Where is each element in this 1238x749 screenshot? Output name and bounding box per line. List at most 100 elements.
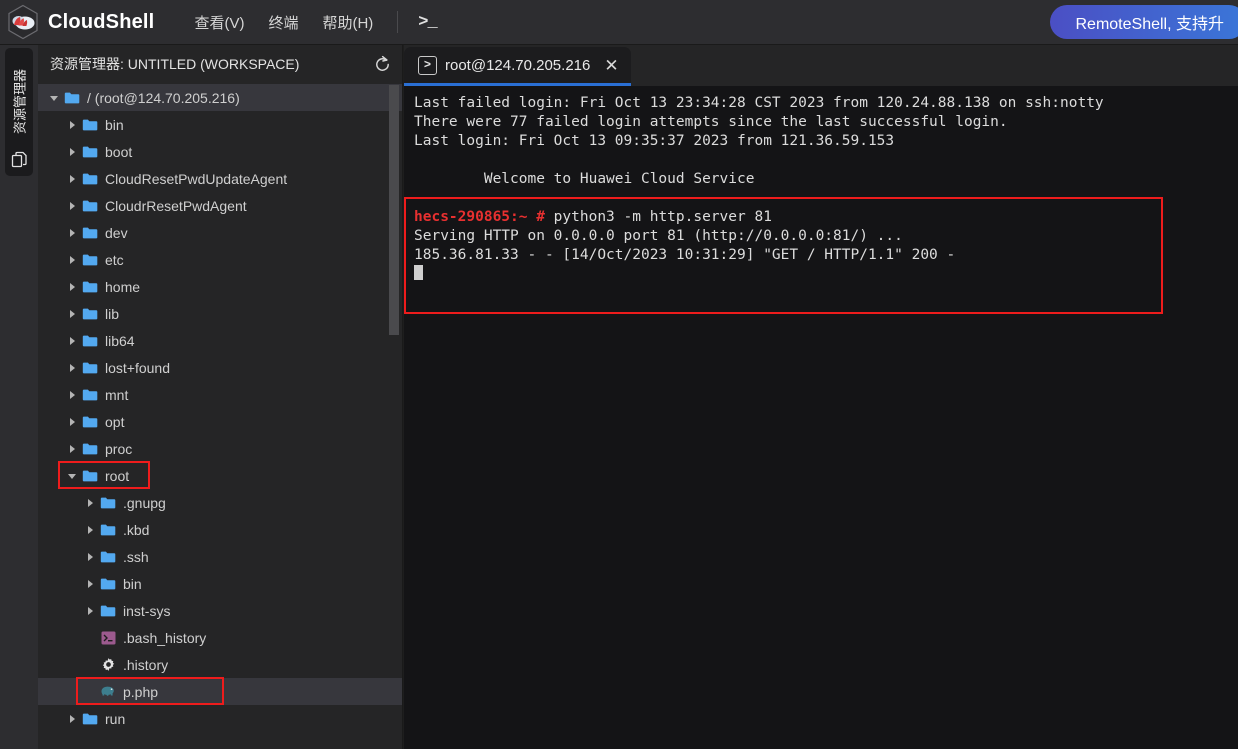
explorer-vertical-label[interactable]: 资源管理器 [10, 69, 29, 135]
shell-prompt: hecs-290865:~ # [414, 209, 545, 225]
tree-item[interactable]: lost+found [38, 354, 402, 381]
php-elephant-icon [98, 685, 118, 698]
chevron-right-icon[interactable] [82, 549, 98, 565]
tree-item-label: .kbd [123, 521, 150, 538]
terminal-prompt-icon: > [418, 55, 437, 75]
folder-icon [98, 523, 118, 537]
chevron-right-icon[interactable] [64, 225, 80, 241]
menu-terminal[interactable]: 终端 [256, 7, 310, 38]
menu-view[interactable]: 查看(V) [182, 7, 256, 38]
chevron-right-icon[interactable] [64, 306, 80, 322]
tree-item-label: .bash_history [123, 629, 207, 646]
tree-item-label: boot [105, 143, 133, 160]
chevron-right-icon[interactable] [82, 522, 98, 538]
chevron-right-icon[interactable] [64, 279, 80, 295]
terminal-cursor [414, 265, 423, 280]
tree-item[interactable]: / (root@124.70.205.216) [38, 84, 402, 111]
tree-item[interactable]: bin [38, 570, 402, 597]
chevron-right-icon[interactable] [64, 333, 80, 349]
activity-bar: 资源管理器 [0, 45, 38, 749]
folder-icon [62, 91, 82, 105]
tree-item[interactable]: dev [38, 219, 402, 246]
tree-item[interactable]: .gnupg [38, 489, 402, 516]
folder-icon [80, 226, 100, 240]
tree-item[interactable]: .ssh [38, 543, 402, 570]
tree-item[interactable]: proc [38, 435, 402, 462]
file-tree: / (root@124.70.205.216) bin boot CloudReset… [38, 83, 402, 732]
new-terminal-icon[interactable]: >_ [410, 11, 444, 34]
refresh-icon[interactable] [366, 49, 398, 79]
terminal-tab-strip: > root@124.70.205.216 ✕ [404, 45, 1238, 86]
tree-item[interactable]: boot [38, 138, 402, 165]
tree-item-label: lost+found [105, 359, 170, 376]
tree-item[interactable]: opt [38, 408, 402, 435]
menu-bar: 查看(V) 终端 帮助(H) >_ [182, 7, 444, 38]
folder-icon [80, 172, 100, 186]
chevron-right-icon[interactable] [64, 387, 80, 403]
tree-item-label: .gnupg [123, 494, 166, 511]
chevron-right-icon[interactable] [64, 360, 80, 376]
tree-item-label: opt [105, 413, 125, 430]
menu-help[interactable]: 帮助(H) [310, 7, 385, 38]
tree-item[interactable]: .kbd [38, 516, 402, 543]
terminal-tab-root-host[interactable]: > root@124.70.205.216 ✕ [404, 47, 631, 86]
tree-item[interactable]: p.php [38, 677, 402, 705]
chevron-right-icon[interactable] [64, 171, 80, 187]
folder-icon [80, 388, 100, 402]
tree-item-label: CloudResetPwdUpdateAgent [105, 170, 288, 187]
tree-item[interactable]: etc [38, 246, 402, 273]
remoteshell-promo-button[interactable]: RemoteShell, 支持升 [1049, 5, 1238, 39]
terminal-line: Welcome to Huawei Cloud Service [414, 171, 755, 187]
folder-icon [80, 145, 100, 159]
chevron-right-icon[interactable] [64, 711, 80, 727]
terminal-cursor-line [414, 265, 1238, 284]
folder-icon [80, 442, 100, 456]
terminal-line: Last login: Fri Oct 13 09:35:37 2023 fro… [414, 133, 895, 149]
tree-indent-spacer [82, 684, 98, 700]
tree-item[interactable]: inst-sys [38, 597, 402, 624]
chevron-right-icon[interactable] [64, 144, 80, 160]
terminal-line: There were 77 failed login attempts sinc… [414, 114, 1008, 130]
chevron-down-icon[interactable] [46, 90, 62, 106]
terminal-pane: > root@124.70.205.216 ✕ Last failed logi… [404, 45, 1238, 749]
explorer-sidebar: 资源管理器: UNTITLED (WORKSPACE) / (root@124.… [38, 45, 403, 749]
tree-item[interactable]: .history [38, 651, 402, 678]
chevron-down-icon[interactable] [64, 468, 80, 484]
chevron-right-icon[interactable] [64, 414, 80, 430]
tree-item[interactable]: run [38, 705, 402, 732]
folder-icon [80, 307, 100, 321]
sidebar-scrollbar-thumb[interactable] [389, 85, 399, 335]
tree-item[interactable]: home [38, 273, 402, 300]
close-icon[interactable]: ✕ [604, 57, 618, 74]
folder-icon [98, 604, 118, 618]
tree-item[interactable]: CloudResetPwdUpdateAgent [38, 165, 402, 192]
shell-command-text: python3 -m http.server 81 [544, 209, 772, 225]
chevron-right-icon[interactable] [82, 576, 98, 592]
tree-item[interactable]: root [38, 461, 402, 489]
tree-item-label: bin [105, 116, 124, 133]
chevron-right-icon[interactable] [82, 603, 98, 619]
folder-icon [80, 334, 100, 348]
tree-item[interactable]: mnt [38, 381, 402, 408]
copy-files-icon[interactable] [5, 151, 33, 168]
tree-item-label: inst-sys [123, 602, 171, 619]
chevron-right-icon[interactable] [64, 117, 80, 133]
tree-item[interactable]: lib64 [38, 327, 402, 354]
tree-item[interactable]: .bash_history [38, 624, 402, 651]
terminal-output[interactable]: Last failed login: Fri Oct 13 23:34:28 C… [404, 86, 1238, 749]
tree-item[interactable]: CloudrResetPwdAgent [38, 192, 402, 219]
chevron-right-icon[interactable] [64, 198, 80, 214]
tree-item-label: run [105, 710, 126, 727]
tree-item-label: / (root@124.70.205.216) [87, 89, 240, 106]
folder-icon [98, 550, 118, 564]
folder-icon [98, 577, 118, 591]
activity-bar-group: 资源管理器 [5, 48, 33, 176]
chevron-right-icon[interactable] [82, 495, 98, 511]
folder-icon [80, 253, 100, 267]
chevron-right-icon[interactable] [64, 441, 80, 457]
chevron-right-icon[interactable] [64, 252, 80, 268]
tree-item[interactable]: lib [38, 300, 402, 327]
tree-item[interactable]: bin [38, 111, 402, 138]
title-bar: CloudShell 查看(V) 终端 帮助(H) >_ RemoteShell… [0, 0, 1238, 45]
